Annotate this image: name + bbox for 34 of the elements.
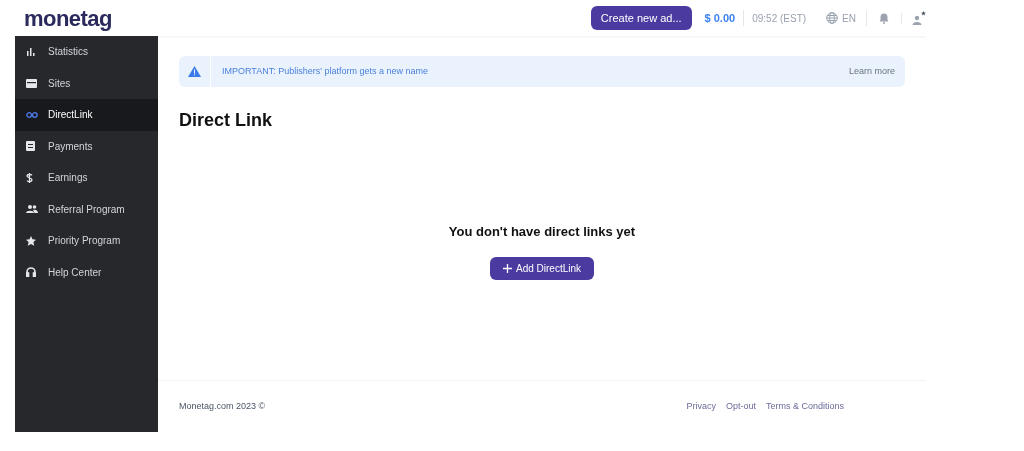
user-icon[interactable] bbox=[912, 11, 926, 25]
people-icon bbox=[26, 205, 38, 214]
create-ad-button[interactable]: Create new ad... bbox=[590, 6, 692, 30]
logo[interactable]: monetag bbox=[24, 1, 112, 35]
link-icon bbox=[26, 111, 38, 118]
dollar-icon bbox=[26, 172, 33, 183]
warning-icon bbox=[188, 66, 201, 77]
globe-icon[interactable] bbox=[826, 12, 839, 24]
sidebar-item[interactable]: Statistics bbox=[15, 36, 158, 68]
sidebar-item[interactable]: Help Center bbox=[15, 256, 158, 288]
balance: $ 0.00 bbox=[704, 9, 745, 27]
footer-link[interactable]: Terms & Conditions bbox=[765, 399, 844, 414]
sidebar-item[interactable]: Payments bbox=[15, 130, 158, 162]
copyright-text: Monetag.com 2023 © bbox=[179, 399, 266, 413]
footer-link[interactable]: Opt-out bbox=[725, 399, 756, 414]
learn-more-link[interactable]: Learn more bbox=[848, 64, 895, 79]
add-directlink-button[interactable]: Add DirectLink bbox=[490, 256, 594, 280]
window-icon bbox=[26, 78, 37, 88]
plus-icon bbox=[503, 263, 512, 273]
star-icon bbox=[26, 235, 36, 246]
headset-icon bbox=[26, 267, 36, 278]
empty-state-message: You don't have direct links yet bbox=[448, 223, 636, 241]
page-title: Direct Link bbox=[179, 109, 274, 132]
footer-link[interactable]: Privacy bbox=[686, 399, 716, 414]
sidebar-item[interactable]: Sites bbox=[15, 67, 158, 99]
sidebar-item[interactable]: Referral Program bbox=[15, 193, 158, 225]
sidebar-item[interactable]: DirectLink bbox=[15, 99, 158, 131]
bell-icon[interactable] bbox=[879, 12, 889, 24]
document-icon bbox=[26, 141, 35, 152]
bar-chart-icon bbox=[26, 46, 36, 57]
notice-text: IMPORTANT: Publishers' platform gets a new name bbox=[222, 64, 428, 78]
sidebar-item[interactable]: Earnings bbox=[15, 162, 158, 194]
sidebar-item[interactable]: Priority Program bbox=[15, 225, 158, 257]
clock-time: 09:52 (EST) bbox=[751, 11, 808, 26]
